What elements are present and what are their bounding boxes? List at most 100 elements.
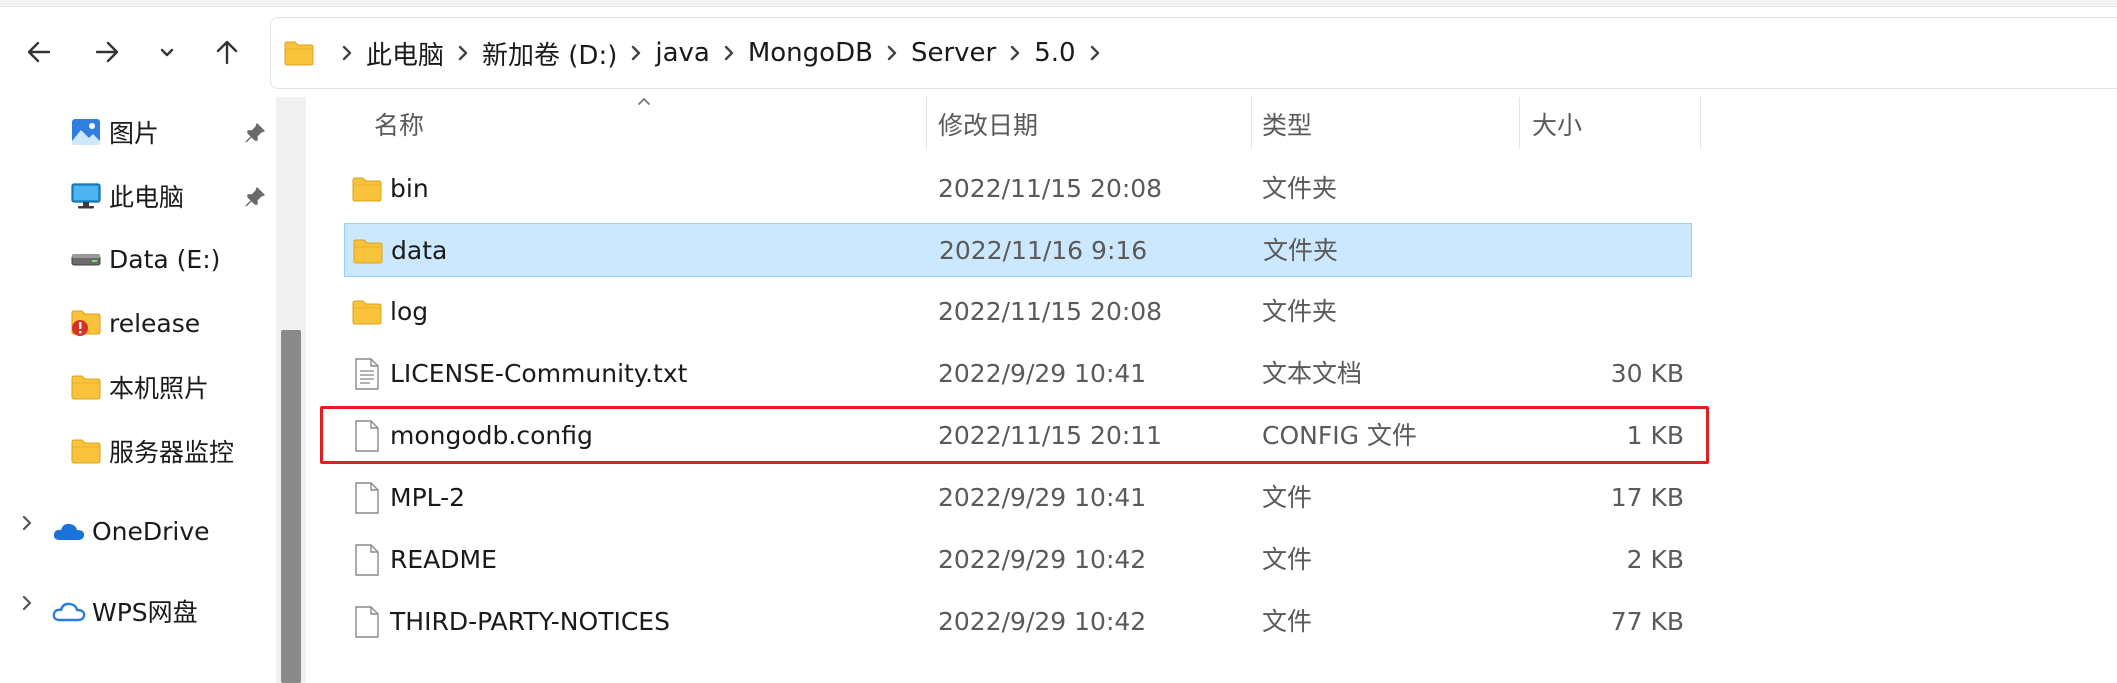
file-modified: 2022/9/29 10:42 bbox=[938, 607, 1147, 636]
file-name: MPL-2 bbox=[390, 483, 466, 512]
column-header-name[interactable]: 名称 bbox=[374, 104, 424, 144]
file-row-third-party-notices[interactable]: THIRD-PARTY-NOTICES 2022/9/29 10:42 文件 7… bbox=[344, 595, 1692, 649]
file-icon bbox=[350, 481, 384, 515]
breadcrumb-chevron-icon[interactable] bbox=[714, 44, 744, 62]
file-row-log[interactable]: log 2022/11/15 20:08 文件夹 bbox=[344, 285, 1692, 339]
file-modified: 2022/11/16 9:16 bbox=[939, 236, 1148, 265]
file-size: 17 KB bbox=[1610, 483, 1684, 512]
file-name: log bbox=[390, 297, 429, 326]
file-modified: 2022/9/29 10:41 bbox=[938, 483, 1147, 512]
wps-cloud-icon bbox=[52, 594, 86, 628]
file-type: 文件 bbox=[1262, 483, 1313, 512]
breadcrumb-chevron-icon[interactable] bbox=[877, 44, 907, 62]
breadcrumb-chevron-icon[interactable] bbox=[332, 44, 362, 62]
sidebar-scrollbar-thumb[interactable] bbox=[281, 330, 301, 683]
sidebar-item-label: 服务器监控 bbox=[109, 438, 235, 467]
sidebar-item-this-pc[interactable]: 此电脑 bbox=[69, 172, 184, 220]
folder-icon bbox=[69, 434, 103, 468]
drive-icon bbox=[69, 242, 103, 276]
file-type: 文件夹 bbox=[1262, 174, 1338, 203]
sidebar-item-data-e[interactable]: Data (E:) bbox=[69, 235, 220, 283]
file-modified: 2022/11/15 20:08 bbox=[938, 174, 1163, 203]
folder-icon bbox=[350, 172, 384, 206]
window-top-strip bbox=[0, 0, 2117, 7]
file-row-bin[interactable]: bin 2022/11/15 20:08 文件夹 bbox=[344, 162, 1692, 216]
sidebar-item-label: release bbox=[109, 308, 201, 338]
file-type: 文件夹 bbox=[1263, 236, 1339, 265]
column-divider[interactable] bbox=[1251, 97, 1252, 149]
up-button[interactable] bbox=[203, 28, 251, 76]
file-name: data bbox=[391, 236, 448, 265]
column-divider[interactable] bbox=[926, 97, 927, 149]
this-pc-icon bbox=[69, 179, 103, 213]
sidebar-item-label: OneDrive bbox=[92, 516, 210, 546]
onedrive-icon bbox=[52, 514, 86, 548]
forward-button[interactable] bbox=[83, 28, 131, 76]
file-row-data[interactable]: data 2022/11/16 9:16 文件夹 bbox=[344, 223, 1692, 277]
column-header-type[interactable]: 类型 bbox=[1262, 104, 1312, 144]
up-arrow-icon bbox=[216, 40, 238, 65]
sidebar-item-label: WPS网盘 bbox=[92, 598, 198, 627]
file-name: README bbox=[390, 545, 497, 574]
file-icon bbox=[350, 419, 384, 453]
sidebar-item-local-photos[interactable]: 本机照片 bbox=[69, 363, 209, 411]
breadcrumb-5-0[interactable]: 5.0 bbox=[1034, 38, 1075, 68]
back-button[interactable] bbox=[15, 28, 63, 76]
file-modified: 2022/9/29 10:42 bbox=[938, 545, 1147, 574]
file-type: 文件夹 bbox=[1262, 297, 1338, 326]
sidebar-item-onedrive[interactable]: OneDrive bbox=[52, 507, 210, 555]
pin-icon[interactable] bbox=[242, 182, 268, 212]
sidebar-item-pictures[interactable]: 图片 bbox=[69, 108, 159, 156]
breadcrumb-chevron-icon[interactable] bbox=[448, 44, 478, 62]
file-size: 77 KB bbox=[1610, 607, 1684, 636]
column-header-modified[interactable]: 修改日期 bbox=[938, 104, 1038, 144]
file-name: THIRD-PARTY-NOTICES bbox=[390, 607, 670, 636]
folder-icon bbox=[284, 40, 314, 66]
navigation-pane: 图片 此电脑 Data (E:) release 本机照片 服务器监控 OneD… bbox=[0, 97, 275, 683]
breadcrumb-java[interactable]: java bbox=[655, 38, 709, 68]
folder-icon bbox=[69, 370, 103, 404]
address-bar[interactable]: 此电脑 新加卷 (D:) java MongoDB Server 5.0 bbox=[270, 17, 2117, 89]
file-icon bbox=[350, 543, 384, 577]
expand-chevron-icon[interactable] bbox=[14, 588, 40, 618]
chevron-down-icon bbox=[160, 48, 174, 57]
sidebar-item-release[interactable]: release bbox=[69, 299, 200, 347]
forward-arrow-icon bbox=[95, 41, 119, 63]
expand-chevron-icon[interactable] bbox=[14, 508, 40, 538]
file-row-mpl-2[interactable]: MPL-2 2022/9/29 10:41 文件 17 KB bbox=[344, 471, 1692, 525]
sidebar-item-label: 本机照片 bbox=[109, 374, 210, 403]
breadcrumb-drive-d[interactable]: 新加卷 (D:) bbox=[482, 35, 617, 72]
file-name: bin bbox=[390, 174, 429, 203]
file-icon bbox=[350, 605, 384, 639]
breadcrumb-mongodb[interactable]: MongoDB bbox=[748, 38, 873, 68]
sidebar-item-label: 图片 bbox=[109, 119, 160, 148]
column-header-size[interactable]: 大小 bbox=[1532, 104, 1582, 144]
sidebar-item-wps-cloud[interactable]: WPS网盘 bbox=[52, 587, 198, 635]
breadcrumb-chevron-icon[interactable] bbox=[1080, 44, 1110, 62]
pictures-icon bbox=[69, 115, 103, 149]
pin-icon[interactable] bbox=[242, 118, 268, 148]
folder-icon bbox=[351, 234, 385, 268]
breadcrumb-this-pc[interactable]: 此电脑 bbox=[366, 35, 444, 72]
column-divider[interactable] bbox=[1519, 97, 1520, 149]
breadcrumb-server[interactable]: Server bbox=[911, 38, 996, 68]
column-divider[interactable] bbox=[1700, 97, 1701, 149]
file-row-license[interactable]: LICENSE-Community.txt 2022/9/29 10:41 文本… bbox=[344, 347, 1692, 401]
file-size: 1 KB bbox=[1626, 421, 1684, 450]
folder-icon bbox=[350, 295, 384, 329]
breadcrumb-chevron-icon[interactable] bbox=[1000, 44, 1030, 62]
file-row-readme[interactable]: README 2022/9/29 10:42 文件 2 KB bbox=[344, 533, 1692, 587]
file-modified: 2022/9/29 10:41 bbox=[938, 359, 1147, 388]
sidebar-item-server-monitor[interactable]: 服务器监控 bbox=[69, 427, 234, 475]
recent-locations-button[interactable] bbox=[143, 28, 191, 76]
text-file-icon bbox=[350, 357, 384, 391]
sort-ascending-icon bbox=[636, 92, 652, 106]
sidebar-item-label: 此电脑 bbox=[109, 183, 185, 212]
folder-warning-icon bbox=[69, 306, 103, 340]
file-size: 30 KB bbox=[1610, 359, 1684, 388]
file-row-mongodb-config[interactable]: mongodb.config 2022/11/15 20:11 CONFIG 文… bbox=[344, 409, 1692, 463]
file-modified: 2022/11/15 20:11 bbox=[938, 421, 1163, 450]
file-type: 文本文档 bbox=[1262, 359, 1363, 388]
breadcrumb-chevron-icon[interactable] bbox=[621, 44, 651, 62]
file-type: 文件 bbox=[1262, 607, 1313, 636]
